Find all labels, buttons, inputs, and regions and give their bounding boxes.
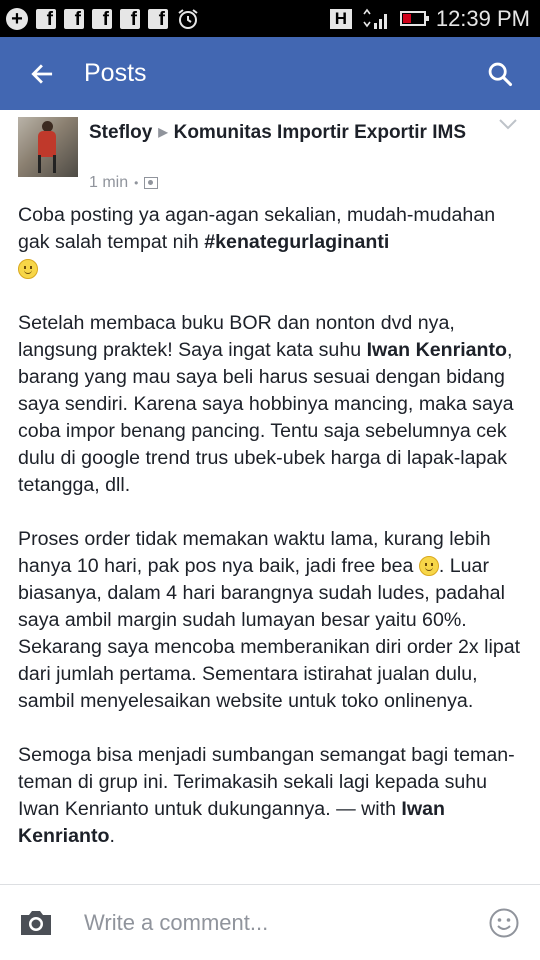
post-paragraph: Proses order tidak memakan waktu lama, k… [18, 526, 522, 715]
post-header: Stefloy ▶ Komunitas Importir Exportir IMS … [0, 110, 540, 202]
add-circle-icon: + [6, 7, 28, 30]
smiley-emoji-icon [418, 556, 439, 576]
battery-low-icon [399, 11, 429, 26]
comment-bar [0, 884, 540, 960]
group-name[interactable]: Komunitas Importir Exportir IMS [174, 122, 466, 143]
signal-icon [363, 8, 387, 29]
post-text: . [109, 825, 115, 847]
smiley-icon [489, 908, 519, 937]
facebook-notification-icon [120, 8, 140, 31]
network-badge: H [329, 8, 352, 29]
emoji-button[interactable] [488, 907, 520, 939]
search-icon [488, 62, 513, 86]
group-audience-icon [144, 177, 159, 189]
post-paragraph: Coba posting ya agan-agan sekalian, muda… [18, 202, 522, 283]
hashtag-link[interactable]: #kenategurlaginanti [204, 231, 389, 253]
camera-icon [21, 910, 51, 935]
camera-button[interactable] [18, 908, 54, 938]
post-paragraph: Setelah membaca buku BOR dan nonton dvd … [18, 310, 522, 499]
meta-separator: • [134, 176, 139, 190]
chevron-down-icon [499, 119, 517, 130]
facebook-notification-icon [64, 8, 84, 31]
status-time: 12:39 PM [435, 5, 530, 31]
post-menu-button[interactable] [496, 112, 520, 136]
post-body: Coba posting ya agan-agan sekalian, muda… [0, 202, 540, 850]
avatar[interactable] [18, 117, 78, 177]
status-right: H 12:39 PM [329, 5, 530, 32]
status-bar: + H 12:39 PM [0, 0, 540, 37]
smiley-emoji-icon [18, 259, 38, 279]
post-text: . Luar biasanya, dalam 4 hari barangnya … [18, 555, 521, 712]
author-name[interactable]: Stefloy [89, 122, 152, 143]
back-arrow-icon [31, 63, 53, 84]
facebook-notification-icon [36, 8, 56, 31]
mention-link[interactable]: Iwan Kenrianto [367, 339, 507, 361]
facebook-notification-icon [92, 8, 112, 31]
alarm-icon [178, 8, 198, 29]
arrow-right-icon: ▶ [158, 125, 168, 139]
comment-input[interactable] [84, 909, 454, 936]
back-button[interactable] [27, 37, 57, 110]
post-time[interactable]: 1 min [89, 174, 128, 192]
notification-icons: + [6, 7, 200, 31]
post-meta: 1 min • [89, 174, 159, 192]
app-bar: Posts [0, 37, 540, 110]
post-paragraph: Semoga bisa menjadi sumbangan semangat b… [18, 742, 522, 850]
post-text: , barang yang mau saya beli harus sesuai… [18, 339, 514, 496]
facebook-notification-icon [148, 8, 168, 31]
post-author-line: Stefloy ▶ Komunitas Importir Exportir IMS [89, 119, 489, 146]
post-card: Stefloy ▶ Komunitas Importir Exportir IMS … [0, 110, 540, 877]
page-title: Posts [84, 59, 147, 87]
search-button[interactable] [484, 37, 516, 110]
